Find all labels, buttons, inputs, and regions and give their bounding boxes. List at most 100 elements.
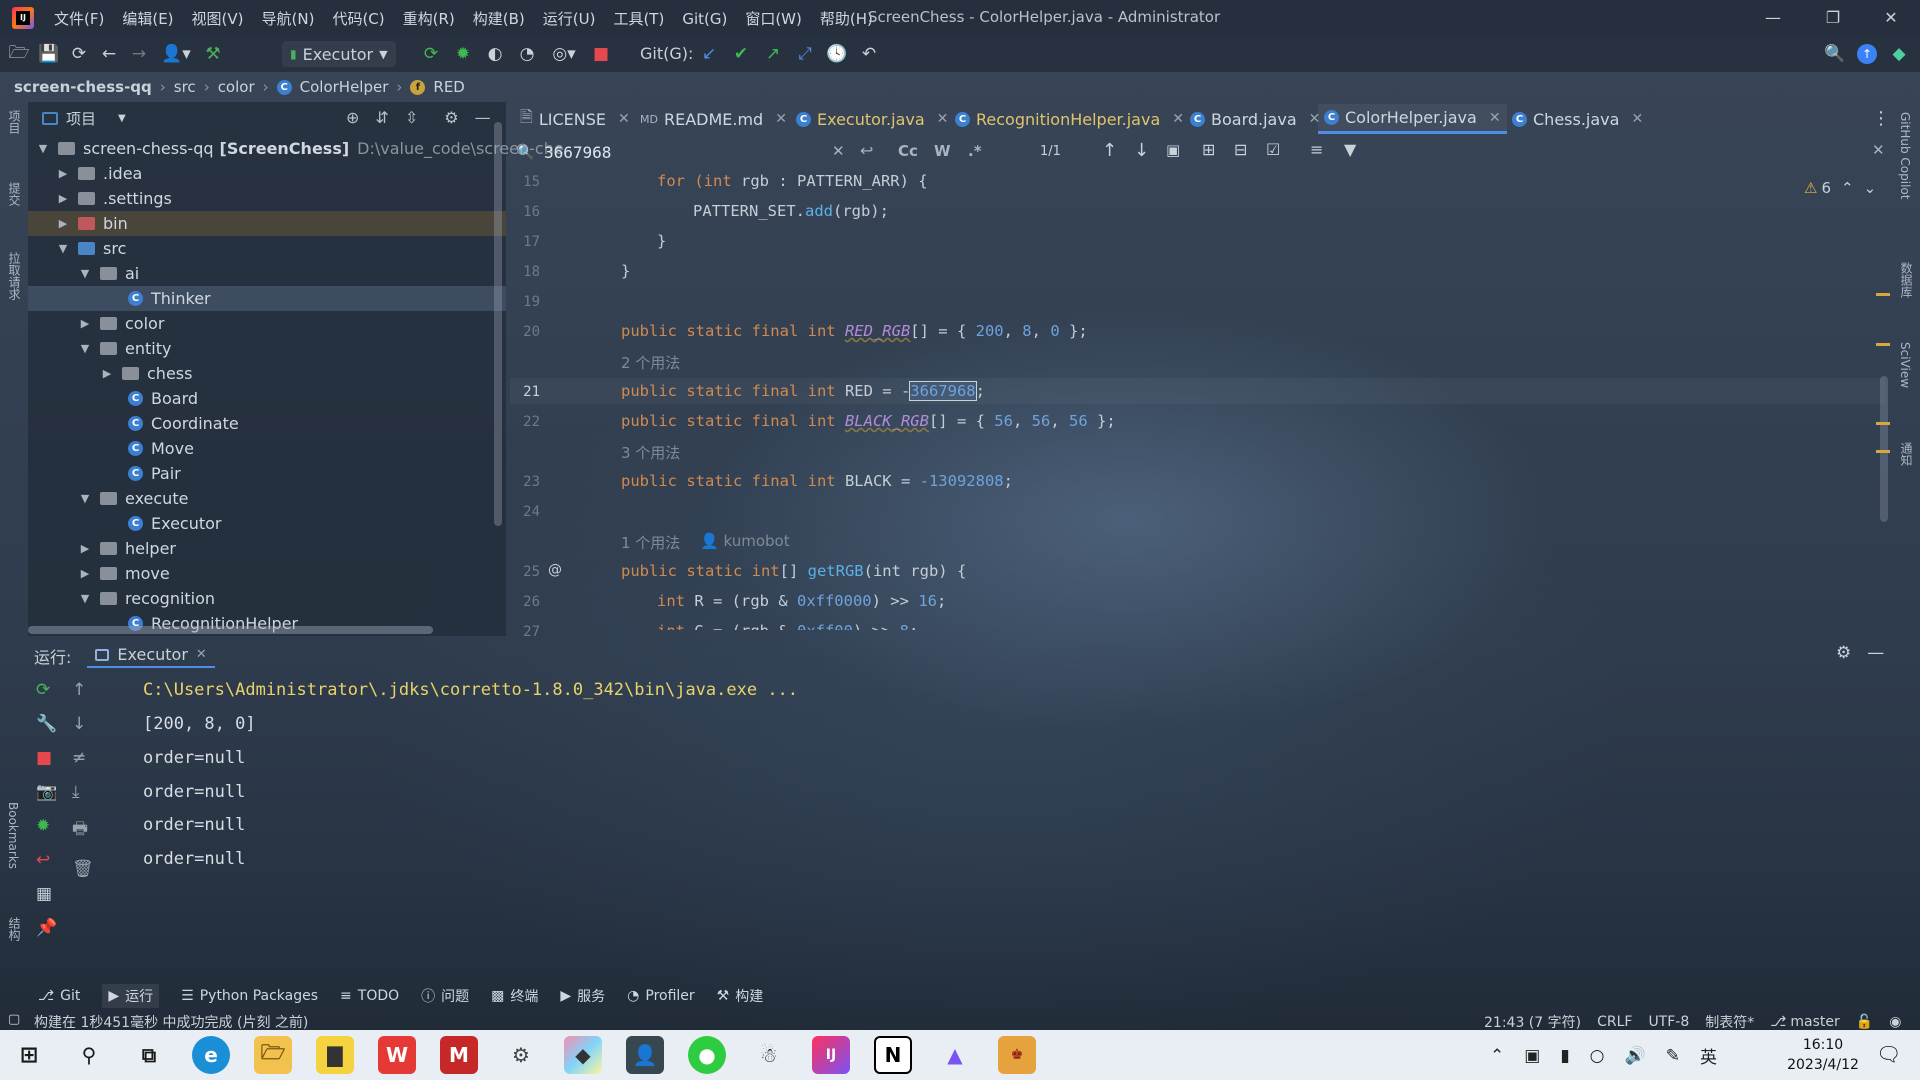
debug-icon[interactable]: ✹ xyxy=(36,816,57,836)
rerun-icon[interactable]: ⟳ xyxy=(36,680,57,700)
qq-icon[interactable]: ☃ xyxy=(750,1036,788,1074)
clock[interactable]: 16:10 2023/4/12 xyxy=(1778,1035,1868,1075)
tab-colorhelper[interactable]: C ColorHelper.java ✕ xyxy=(1318,104,1507,134)
tool-terminal[interactable]: ▩ 终端 xyxy=(491,986,538,1006)
open-in-window-icon[interactable]: ▣ xyxy=(1166,141,1180,159)
tray-expand-icon[interactable]: ⌃ xyxy=(1490,1046,1504,1066)
usage-hint[interactable]: 2 个用法 xyxy=(621,352,680,373)
chevron-down-icon[interactable]: ⌄ xyxy=(1864,179,1877,197)
exit-icon[interactable]: ↩ xyxy=(36,850,57,870)
tool-commit[interactable]: 提交 xyxy=(6,182,23,206)
camera-icon[interactable]: 📷 xyxy=(36,782,57,802)
tool-python-packages[interactable]: ☰ Python Packages xyxy=(181,988,318,1004)
filter-options-icon[interactable]: ≡ xyxy=(1310,140,1323,159)
add-occurrence-icon[interactable]: ⊞ xyxy=(1202,140,1215,159)
tab-board[interactable]: C Board.java ✕ xyxy=(1190,104,1320,134)
open-folder-icon[interactable]: 🗁 xyxy=(6,41,32,67)
settings-icon[interactable]: ⚙ xyxy=(502,1036,540,1074)
tab-executor[interactable]: C Executor.java ✕ xyxy=(796,104,948,134)
tool-profiler[interactable]: ◔ Profiler xyxy=(627,988,695,1004)
app-chart-icon[interactable]: ▇ xyxy=(316,1036,354,1074)
breadcrumb-color[interactable]: color xyxy=(218,78,255,96)
app-diamond-icon[interactable]: ◆ xyxy=(564,1036,602,1074)
minimize-button[interactable]: — xyxy=(1748,4,1798,32)
hide-panel-icon[interactable]: — xyxy=(1867,643,1884,663)
back-icon[interactable]: ← xyxy=(96,41,122,67)
git-branch-widget[interactable]: ⎇ master xyxy=(1770,1014,1840,1030)
override-gutter-icon[interactable]: @ xyxy=(548,562,562,578)
tool-sciview[interactable]: SciView xyxy=(1898,342,1912,388)
tree-item[interactable]: C Thinker xyxy=(28,286,506,311)
trash-icon[interactable]: 🗑 xyxy=(72,859,94,879)
tree-root[interactable]: ▼ screen-chess-qq [ScreenChess] D:\value… xyxy=(36,136,564,161)
close-icon[interactable]: ✕ xyxy=(1631,111,1643,127)
tree-item[interactable]: ▶ .settings xyxy=(56,186,172,211)
select-all-occurrences-icon[interactable]: ☑ xyxy=(1266,140,1280,159)
run-config-selector[interactable]: ▮ Executor ▼ xyxy=(282,41,396,67)
expand-all-icon[interactable]: ⇵ xyxy=(375,108,388,127)
search-icon[interactable]: ⚲ xyxy=(70,1036,108,1074)
locate-icon[interactable]: ⊕ xyxy=(346,108,359,127)
power-save-icon[interactable]: ◉ xyxy=(1889,1014,1901,1030)
app-mountain-icon[interactable]: ▲ xyxy=(936,1036,974,1074)
clear-search-icon[interactable]: ✕ xyxy=(832,142,845,160)
menu-run[interactable]: 运行(U) xyxy=(543,8,596,29)
author-hint[interactable]: 👤 kumobot xyxy=(700,532,790,550)
git-update-icon[interactable]: ↙ xyxy=(696,41,722,67)
debug-bug-icon[interactable]: ✹ xyxy=(450,41,476,67)
windows-start-icon[interactable]: ⊞ xyxy=(10,1036,48,1074)
search-input[interactable]: 3667968 xyxy=(544,143,611,162)
tree-item[interactable]: ▶ move xyxy=(78,561,170,586)
tool-github-copilot[interactable]: GitHub Copilot xyxy=(1898,112,1912,199)
menu-help[interactable]: 帮助(H) xyxy=(820,8,873,29)
tree-item[interactable]: C Move xyxy=(128,436,194,461)
close-icon[interactable]: ✕ xyxy=(1489,110,1501,126)
menu-file[interactable]: 文件(F) xyxy=(54,8,104,29)
line-separator[interactable]: CRLF xyxy=(1597,1014,1632,1030)
tree-item[interactable]: ▼ execute xyxy=(78,486,189,511)
tree-item[interactable]: ▼ src xyxy=(56,236,127,261)
app-avatar-icon[interactable]: 👤 xyxy=(626,1036,664,1074)
warning-marker[interactable] xyxy=(1876,343,1890,346)
run-tab-executor[interactable]: Executor ✕ xyxy=(87,643,215,668)
soft-wrap-icon[interactable]: ≠ xyxy=(72,748,94,768)
remove-occurrence-icon[interactable]: ⊟ xyxy=(1234,140,1247,159)
close-icon[interactable]: ✕ xyxy=(1172,111,1184,127)
wps-office-icon[interactable]: W xyxy=(378,1036,416,1074)
volume-icon[interactable]: 🔊 xyxy=(1625,1046,1646,1066)
tree-item[interactable]: ▶ .idea xyxy=(56,161,143,186)
gear-icon[interactable]: ⚙ xyxy=(444,108,458,127)
more-run-icon[interactable]: ◎▾ xyxy=(546,41,582,67)
warning-marker[interactable] xyxy=(1876,293,1890,296)
newline-icon[interactable]: ↩ xyxy=(860,141,873,160)
stop-icon[interactable]: ■ xyxy=(36,748,57,768)
match-case-toggle[interactable]: Cc xyxy=(898,142,918,160)
menu-view[interactable]: 视图(V) xyxy=(192,8,244,29)
tab-readme[interactable]: MD README.md ✕ xyxy=(640,104,787,134)
close-icon[interactable]: ✕ xyxy=(775,111,787,127)
status-message[interactable]: 构建在 1秒451毫秒 中成功完成 (片刻 之前) xyxy=(34,1012,308,1032)
git-push-icon[interactable]: ↗ xyxy=(760,41,786,67)
tree-item[interactable]: C Board xyxy=(128,386,198,411)
close-icon[interactable]: ✕ xyxy=(937,111,949,127)
wifi-icon[interactable]: ○ xyxy=(1590,1046,1605,1066)
stop-icon[interactable]: ■ xyxy=(588,41,614,67)
caret-position[interactable]: 21:43 (7 字符) xyxy=(1484,1012,1581,1032)
breadcrumb-field[interactable]: RED xyxy=(433,78,464,96)
git-rollback-icon[interactable]: ↶ xyxy=(856,41,882,67)
menu-window[interactable]: 窗口(W) xyxy=(745,8,802,29)
search-everywhere-icon[interactable]: 🔍 xyxy=(1822,41,1848,67)
inspection-widget[interactable]: ⚠ 6 ⌃ ⌄ xyxy=(1804,179,1876,197)
project-header[interactable]: 项目 ▼ xyxy=(42,108,126,129)
tray-app-icon[interactable]: ▣ xyxy=(1524,1046,1540,1066)
tree-item[interactable]: ▶ bin xyxy=(28,211,506,236)
tree-item[interactable]: ▼ ai xyxy=(78,261,139,286)
wrench-icon[interactable]: 🔧 xyxy=(36,714,57,734)
previous-occurrence-icon[interactable]: ↑ xyxy=(1102,140,1117,161)
battery-icon[interactable]: ▮ xyxy=(1560,1046,1569,1066)
warning-marker[interactable] xyxy=(1876,422,1890,425)
tool-problems[interactable]: ⓘ 问题 xyxy=(421,986,469,1006)
edge-browser-icon[interactable]: e xyxy=(192,1036,230,1074)
next-occurrence-icon[interactable]: ↓ xyxy=(1134,140,1149,161)
tool-structure[interactable]: 结构 xyxy=(6,917,23,941)
